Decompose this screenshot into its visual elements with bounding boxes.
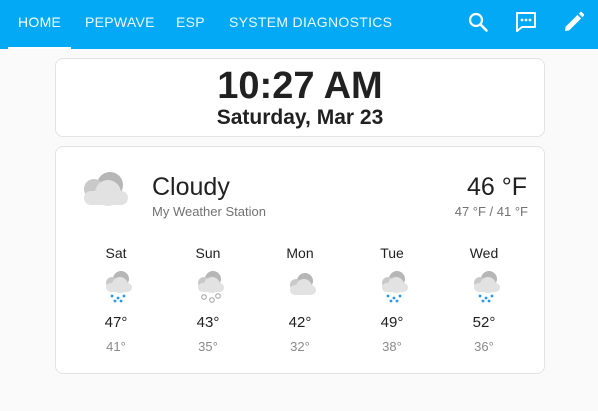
- top-app-bar: HOME PEPWAVE ESP SYSTEM DIAGNOSTICS: [0, 0, 598, 49]
- forecast-day-name: Mon: [286, 245, 314, 261]
- forecast-low: 38°: [382, 339, 402, 354]
- forecast-day-name: Wed: [469, 245, 499, 261]
- forecast-high: 42°: [288, 314, 312, 331]
- forecast-day: Sat 47° 41°: [81, 245, 151, 365]
- current-temperature: 46 °F: [466, 173, 527, 201]
- forecast-day: Tue 49° 38°: [357, 245, 427, 365]
- forecast-day-name: Tue: [380, 245, 404, 261]
- rain-icon: [106, 271, 132, 303]
- forecast-high: 49°: [380, 314, 404, 331]
- clock-time: 10:27 AM: [217, 65, 383, 107]
- edit-pencil-icon[interactable]: [562, 10, 586, 34]
- forecast-low: 35°: [198, 339, 218, 354]
- clock-card[interactable]: 10:27 AM Saturday, Mar 23: [55, 58, 545, 137]
- current-condition: Cloudy: [152, 173, 230, 201]
- forecast-day-name: Sat: [105, 245, 127, 261]
- forecast-high: 52°: [472, 314, 496, 331]
- tab-system-diagnostics[interactable]: SYSTEM DIAGNOSTICS: [229, 0, 392, 49]
- cloudy-icon: [290, 273, 316, 295]
- search-icon[interactable]: [466, 10, 490, 34]
- high-low-temperature: 47 °F / 41 °F: [454, 204, 528, 219]
- rain-icon: [382, 271, 408, 303]
- forecast-high: 43°: [196, 314, 220, 331]
- forecast-low: 36°: [474, 339, 494, 354]
- snow-icon: [198, 271, 224, 303]
- forecast-high: 47°: [104, 314, 128, 331]
- weather-forecast-card[interactable]: Cloudy My Weather Station 46 °F 47 °F / …: [55, 146, 545, 374]
- rain-icon: [474, 271, 500, 303]
- forecast-low: 41°: [106, 339, 126, 354]
- forecast-day: Wed 52° 36°: [449, 245, 519, 365]
- weather-station-name: My Weather Station: [152, 204, 266, 219]
- forecast-day: Mon 42° 32°: [265, 245, 335, 365]
- assist-chat-icon[interactable]: [514, 10, 538, 34]
- forecast-day: Sun 43° 35°: [173, 245, 243, 365]
- forecast-day-name: Sun: [195, 245, 221, 261]
- tab-home[interactable]: HOME: [7, 0, 72, 49]
- clock-date: Saturday, Mar 23: [216, 106, 384, 129]
- cloudy-icon: [84, 172, 128, 206]
- tab-pepwave[interactable]: PEPWAVE: [85, 0, 155, 49]
- tab-esp[interactable]: ESP: [176, 0, 205, 49]
- forecast-low: 32°: [290, 339, 310, 354]
